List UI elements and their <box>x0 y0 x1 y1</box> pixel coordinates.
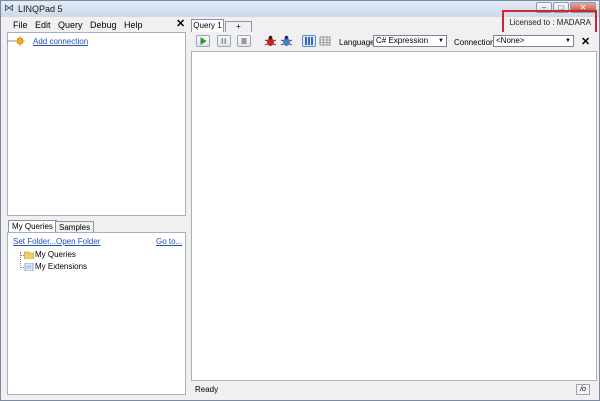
open-folder-link[interactable]: Open Folder <box>56 237 100 246</box>
pause-icon <box>221 38 227 44</box>
play-icon <box>200 37 207 45</box>
grid-icon[interactable] <box>319 36 331 46</box>
connection-label: Connection <box>454 38 495 47</box>
maximize-button[interactable]: □ <box>553 2 569 13</box>
tree-item-my-queries[interactable]: My Queries <box>35 250 76 259</box>
menu-bar: File Edit Query Debug Help <box>5 18 187 32</box>
bug-icon[interactable] <box>264 35 277 47</box>
menu-query[interactable]: Query <box>58 20 83 30</box>
tree-item-my-extensions[interactable]: My Extensions <box>35 262 87 271</box>
extensions-file-icon <box>24 263 34 271</box>
results-rich-text-button[interactable] <box>302 35 316 47</box>
language-value: C# Expression <box>376 36 429 45</box>
menu-help[interactable]: Help <box>124 20 143 30</box>
status-text: Ready <box>195 385 219 394</box>
linqpad-logo-icon: ⋈ <box>4 3 14 14</box>
close-window-button[interactable]: ✕ <box>570 2 596 13</box>
window-title: LINQPad 5 <box>18 4 63 14</box>
minimize-button[interactable]: – <box>536 2 552 13</box>
connections-pane: Add connection <box>7 32 186 216</box>
tab-query-1[interactable]: Query 1 <box>191 19 224 32</box>
language-label: Language <box>339 38 375 47</box>
chevron-down-icon: ▼ <box>438 38 444 44</box>
folder-icon <box>24 251 34 259</box>
menu-debug[interactable]: Debug <box>90 20 117 30</box>
language-select[interactable]: C# Expression ▼ <box>373 35 447 47</box>
queries-pane: Set Folder... Open Folder Go to... My Qu… <box>7 232 186 395</box>
pause-button[interactable] <box>217 35 231 47</box>
chevron-down-icon: ▼ <box>565 38 571 44</box>
menu-file[interactable]: File <box>13 20 28 30</box>
plug-icon <box>7 36 25 46</box>
close-panel-icon[interactable]: ✕ <box>176 18 185 30</box>
close-query-icon[interactable]: ✕ <box>581 35 590 48</box>
connection-select[interactable]: <None> ▼ <box>493 35 574 47</box>
linqpad-window: ⋈ LINQPad 5 – □ ✕ Licensed to : MADARA F… <box>0 0 600 401</box>
query-toolbar: Language C# Expression ▼ Connection <Non… <box>191 32 597 50</box>
connection-value: <None> <box>496 36 525 45</box>
output-toggle-button[interactable]: /o <box>576 384 590 395</box>
run-button[interactable] <box>196 35 210 47</box>
add-query-tab-button[interactable]: + <box>225 21 252 32</box>
title-bar: ⋈ LINQPad 5 – □ ✕ <box>1 1 599 17</box>
query-editor[interactable] <box>191 51 597 381</box>
stop-icon <box>241 38 247 44</box>
debug-bug-icon[interactable] <box>280 35 293 47</box>
menu-edit[interactable]: Edit <box>35 20 51 30</box>
license-text: Licensed to : MADARA <box>509 18 591 27</box>
go-to-link[interactable]: Go to... <box>156 237 182 246</box>
stop-button[interactable] <box>237 35 251 47</box>
add-connection-link[interactable]: Add connection <box>33 37 88 46</box>
columns-icon <box>305 37 313 45</box>
set-folder-link[interactable]: Set Folder... <box>13 237 56 246</box>
